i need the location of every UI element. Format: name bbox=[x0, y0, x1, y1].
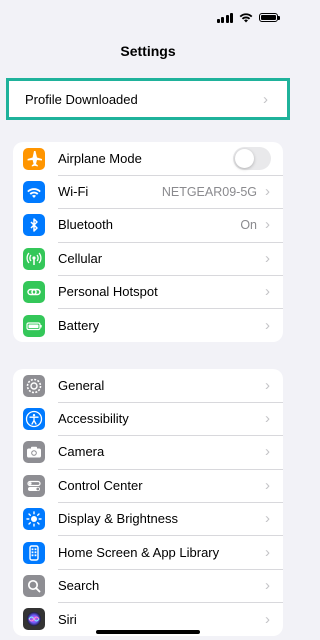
bluetooth-icon bbox=[23, 214, 45, 237]
gear-icon bbox=[23, 374, 45, 397]
settings-row-label: Bluetooth bbox=[58, 217, 113, 233]
wifi-status-icon bbox=[239, 13, 253, 23]
settings-row-display-and-brightness[interactable]: Display & Brightness › bbox=[13, 503, 283, 537]
wifi-icon bbox=[23, 181, 45, 204]
settings-row-bluetooth[interactable]: Bluetooth On › bbox=[13, 209, 283, 243]
settings-row-battery[interactable]: Battery › bbox=[13, 309, 283, 342]
chevron-right-icon: › bbox=[265, 610, 270, 628]
settings-row-label: Home Screen & App Library bbox=[58, 544, 220, 560]
settings-row-label: Accessibility bbox=[58, 411, 129, 427]
home-indicator[interactable] bbox=[96, 630, 200, 634]
settings-row-value: NETGEAR09-5G bbox=[161, 184, 257, 199]
settings-row-accessibility[interactable]: Accessibility › bbox=[13, 402, 283, 437]
settings-row-personal-hotspot[interactable]: Personal Hotspot › bbox=[13, 276, 283, 310]
chevron-right-icon: › bbox=[265, 577, 270, 595]
settings-row-label: General bbox=[58, 377, 105, 393]
chevron-right-icon: › bbox=[265, 410, 270, 428]
settings-row-label: Camera bbox=[58, 444, 105, 460]
sun-icon bbox=[23, 508, 45, 531]
chevron-right-icon: › bbox=[265, 317, 270, 335]
profile-downloaded-label: Profile Downloaded bbox=[25, 91, 138, 107]
settings-row-label: Battery bbox=[58, 318, 100, 334]
chevron-right-icon: › bbox=[265, 376, 270, 394]
settings-row-label: Personal Hotspot bbox=[58, 284, 158, 300]
chevron-right-icon: › bbox=[265, 216, 270, 234]
toggle-knob bbox=[235, 148, 254, 168]
settings-row-label: Display & Brightness bbox=[58, 511, 178, 527]
status-bar bbox=[0, 0, 296, 36]
battery-icon bbox=[23, 314, 45, 337]
settings-row-general[interactable]: General › bbox=[13, 369, 283, 403]
settings-row-label: Cellular bbox=[58, 250, 103, 266]
chevron-right-icon: › bbox=[263, 90, 268, 108]
airplane-mode-toggle[interactable] bbox=[233, 146, 271, 170]
settings-row-label: Wi-Fi bbox=[58, 184, 89, 200]
hotspot-icon bbox=[23, 281, 45, 304]
settings-row-value: On bbox=[240, 217, 257, 232]
settings-row-control-center[interactable]: Control Center › bbox=[13, 469, 283, 504]
chevron-right-icon: › bbox=[265, 443, 270, 461]
search-icon bbox=[23, 575, 45, 598]
settings-row-wi-fi[interactable]: Wi-Fi NETGEAR09-5G › bbox=[13, 175, 283, 210]
general-settings-group: General › Accessibility › Camera › Control Cen… bbox=[13, 369, 283, 637]
chevron-right-icon: › bbox=[265, 510, 270, 528]
battery-status-icon bbox=[259, 13, 280, 22]
settings-row-label: Airplane Mode bbox=[58, 150, 142, 166]
chevron-right-icon: › bbox=[265, 476, 270, 494]
connectivity-group: Airplane Mode Wi-Fi NETGEAR09-5G › Bluetooth… bbox=[13, 142, 283, 343]
settings-row-label: Siri bbox=[58, 611, 77, 627]
accessibility-icon bbox=[23, 408, 45, 431]
siri-icon bbox=[23, 608, 45, 631]
cellular-signal-icon bbox=[216, 12, 233, 23]
chevron-right-icon: › bbox=[265, 249, 270, 267]
chevron-right-icon: › bbox=[265, 283, 270, 301]
airplane-icon bbox=[23, 147, 45, 170]
settings-row-camera[interactable]: Camera › bbox=[13, 436, 283, 470]
camera-icon bbox=[23, 441, 45, 464]
page-title: Settings bbox=[120, 43, 176, 59]
settings-row-airplane-mode[interactable]: Airplane Mode bbox=[13, 142, 283, 176]
status-icons bbox=[216, 12, 280, 23]
home-screen-icon bbox=[23, 541, 45, 564]
settings-row-home-screen-and-app-library[interactable]: Home Screen & App Library › bbox=[13, 536, 283, 570]
cellular-icon bbox=[23, 247, 45, 270]
settings-row-label: Search bbox=[58, 578, 100, 594]
chevron-right-icon: › bbox=[265, 543, 270, 561]
chevron-right-icon: › bbox=[265, 183, 270, 201]
settings-row-cellular[interactable]: Cellular › bbox=[13, 242, 283, 277]
profile-downloaded-row[interactable]: Profile Downloaded › bbox=[6, 78, 290, 120]
settings-row-label: Control Center bbox=[58, 477, 143, 493]
control-center-icon bbox=[23, 474, 45, 497]
settings-row-search[interactable]: Search › bbox=[13, 569, 283, 604]
